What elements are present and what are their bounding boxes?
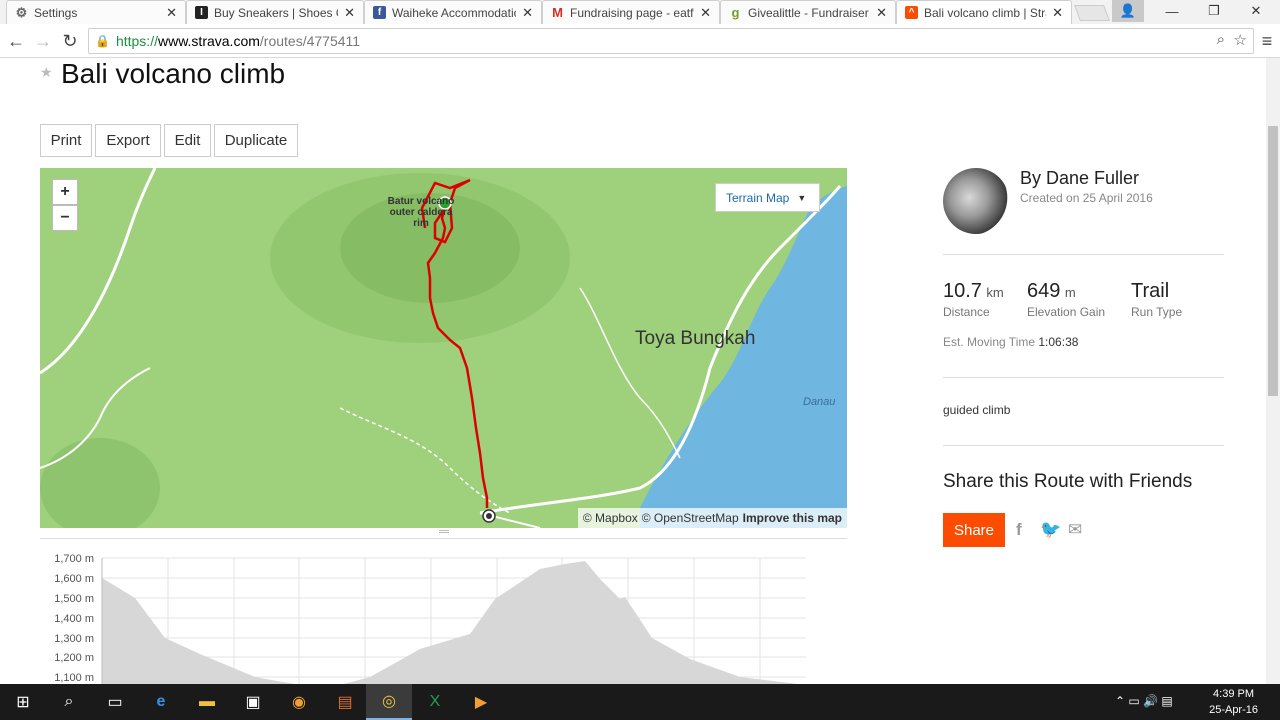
gear-icon: ⚙ bbox=[15, 4, 28, 20]
export-button[interactable]: Export bbox=[95, 124, 161, 157]
lake-label: Danau bbox=[803, 396, 836, 408]
outlook-icon[interactable]: ◉ bbox=[276, 684, 322, 720]
stat-run-type: Trail Run Type bbox=[1131, 280, 1183, 319]
zoom-out-button[interactable]: − bbox=[52, 205, 78, 231]
resize-handle[interactable] bbox=[439, 530, 449, 533]
store-icon[interactable]: ▣ bbox=[230, 684, 276, 720]
restore-icon[interactable]: ❐ bbox=[1194, 0, 1234, 22]
zoom-in-button[interactable]: + bbox=[52, 179, 78, 205]
new-tab-button[interactable] bbox=[1074, 5, 1110, 21]
summit-label: Batur volcano outer caldera rim bbox=[387, 196, 455, 229]
tab-settings[interactable]: ⚙ Settings ✕ bbox=[6, 0, 186, 24]
tab-waiheke[interactable]: f Waiheke Accommodation ✕ bbox=[364, 0, 542, 24]
bookmark-star-icon[interactable]: ☆ bbox=[1234, 31, 1247, 49]
forward-icon[interactable]: → bbox=[32, 31, 54, 51]
page-scrollbar[interactable] bbox=[1266, 58, 1280, 684]
improve-map-link[interactable]: Improve this map bbox=[743, 511, 842, 525]
close-tab-icon[interactable]: ✕ bbox=[876, 5, 887, 21]
lock-icon: 🔒 bbox=[95, 34, 110, 48]
edit-button[interactable]: Edit bbox=[164, 124, 211, 157]
tab-fundraising[interactable]: M Fundraising page - eatfit ✕ bbox=[542, 0, 720, 24]
close-tab-icon[interactable]: ✕ bbox=[700, 5, 711, 21]
athlete-name[interactable]: By Dane Fuller bbox=[1020, 168, 1139, 189]
y-label: 1,400 m bbox=[54, 613, 94, 625]
map-type-dropdown[interactable]: Terrain Map ▼ bbox=[715, 183, 820, 212]
close-tab-icon[interactable]: ✕ bbox=[1052, 5, 1063, 21]
created-date: Created on 25 April 2016 bbox=[1020, 191, 1153, 205]
excel-icon[interactable]: X bbox=[412, 684, 458, 720]
share-button[interactable]: Share bbox=[943, 513, 1005, 547]
route-map[interactable]: + − Terrain Map ▼ Batur volcano outer ca… bbox=[40, 168, 847, 528]
browser-toolbar: ← → ↻ 🔒 https://www.strava.com/routes/47… bbox=[0, 24, 1280, 58]
y-label: 1,500 m bbox=[54, 593, 94, 605]
browser-tab-bar: ⚙ Settings ✕ I Buy Sneakers | Shoes Onl … bbox=[0, 0, 1280, 24]
divider bbox=[943, 445, 1224, 446]
elevation-chart: 1,700 m 1,600 m 1,500 m 1,400 m 1,300 m … bbox=[54, 553, 806, 684]
tab-sneakers[interactable]: I Buy Sneakers | Shoes Onl ✕ bbox=[186, 0, 364, 24]
divider bbox=[943, 377, 1224, 378]
task-view-icon[interactable]: ▭ bbox=[92, 684, 138, 720]
zoom-icon[interactable]: ⌕ bbox=[1217, 31, 1225, 48]
tab-givealittle[interactable]: g Givealittle - Fundraiser - ✕ bbox=[720, 0, 896, 24]
page-content: ★ Bali volcano climb Print Export Edit D… bbox=[0, 58, 1266, 684]
duplicate-button[interactable]: Duplicate bbox=[214, 124, 298, 157]
elevation-profile: 1,700 m 1,600 m 1,500 m 1,400 m 1,300 m … bbox=[40, 538, 847, 684]
chrome-icon[interactable]: ◎ bbox=[366, 684, 412, 720]
close-tab-icon[interactable]: ✕ bbox=[344, 5, 355, 21]
avatar[interactable] bbox=[943, 168, 1009, 234]
town-label: Toya Bungkah bbox=[635, 328, 756, 349]
edge-icon[interactable]: e bbox=[138, 684, 184, 720]
system-tray-icons[interactable]: ⌃ ▭ 🔊 ▤ bbox=[1115, 694, 1173, 708]
map-attribution: © Mapbox © OpenStreetMap Improve this ma… bbox=[577, 508, 847, 528]
stat-distance: 10.7 km Distance bbox=[943, 280, 1004, 319]
search-icon[interactable]: ⌕ bbox=[46, 684, 92, 720]
facebook-icon: f bbox=[373, 6, 386, 19]
file-explorer-icon[interactable]: ▬ bbox=[184, 684, 230, 720]
scrollbar-thumb[interactable] bbox=[1268, 126, 1278, 396]
windows-taskbar: ⊞ ⌕ ▭ e ▬ ▣ ◉ ▤ ◎ X ▶ ⌃ ▭ 🔊 ▤ 4:39 PM 25… bbox=[0, 684, 1280, 720]
media-player-icon[interactable]: ▶ bbox=[458, 684, 504, 720]
menu-icon[interactable]: ≡ bbox=[1256, 31, 1278, 51]
app-icon[interactable]: ▤ bbox=[322, 684, 368, 720]
share-heading: Share this Route with Friends bbox=[943, 471, 1193, 492]
strava-icon: ^ bbox=[905, 6, 918, 19]
divider bbox=[943, 254, 1224, 255]
y-label: 1,600 m bbox=[54, 573, 94, 585]
close-tab-icon[interactable]: ✕ bbox=[166, 5, 177, 21]
y-label: 1,300 m bbox=[54, 633, 94, 645]
stat-elevation-gain: 649 m Elevation Gain bbox=[1027, 280, 1106, 319]
user-profile-icon[interactable]: 👤 bbox=[1112, 0, 1144, 22]
close-tab-icon[interactable]: ✕ bbox=[522, 5, 533, 21]
mapbox-link[interactable]: © Mapbox bbox=[583, 511, 638, 525]
star-icon[interactable]: ★ bbox=[40, 64, 53, 81]
twitter-icon[interactable]: 🐦 bbox=[1040, 520, 1061, 540]
caret-down-icon: ▼ bbox=[797, 192, 807, 203]
print-button[interactable]: Print bbox=[40, 124, 92, 157]
address-bar[interactable]: 🔒 https://www.strava.com/routes/4775411 … bbox=[88, 28, 1254, 54]
route-description: guided climb bbox=[943, 403, 1011, 417]
y-label: 1,100 m bbox=[54, 672, 94, 684]
moving-time: Est. Moving Time 1:06:38 bbox=[943, 335, 1079, 349]
givealittle-icon: g bbox=[731, 5, 740, 20]
clock[interactable]: 4:39 PM 25-Apr-16 bbox=[1209, 686, 1258, 718]
osm-link[interactable]: © OpenStreetMap bbox=[642, 511, 739, 525]
gmail-icon: M bbox=[552, 5, 563, 20]
email-icon[interactable]: ✉ bbox=[1068, 520, 1082, 540]
minimize-icon[interactable]: — bbox=[1152, 0, 1192, 22]
close-window-icon[interactable]: ✕ bbox=[1236, 0, 1276, 22]
y-label: 1,700 m bbox=[54, 553, 94, 565]
facebook-icon[interactable]: f bbox=[1016, 520, 1022, 540]
windows-start-icon[interactable]: ⊞ bbox=[0, 684, 46, 720]
sneakers-site-icon: I bbox=[195, 6, 208, 19]
y-label: 1,200 m bbox=[54, 652, 94, 664]
reload-icon[interactable]: ↻ bbox=[59, 31, 81, 51]
back-icon[interactable]: ← bbox=[5, 31, 27, 51]
route-title: Bali volcano climb bbox=[61, 58, 286, 89]
tab-strava-route[interactable]: ^ Bali volcano climb | Strav ✕ bbox=[896, 0, 1072, 24]
